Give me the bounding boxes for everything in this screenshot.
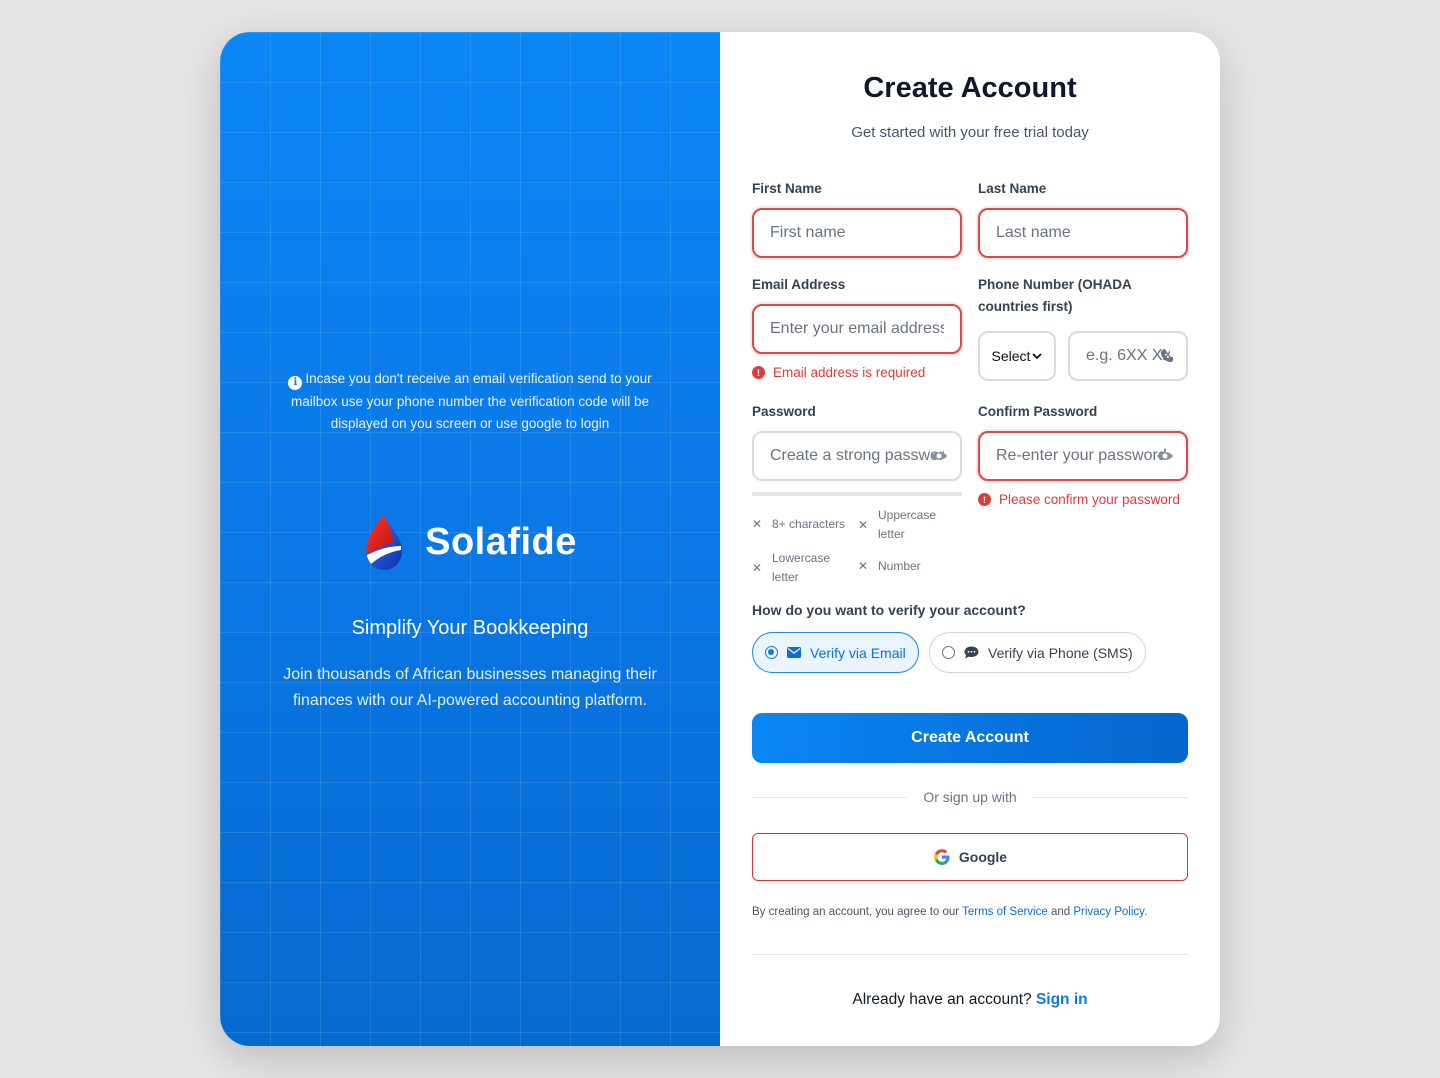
- terms-prefix: By creating an account, you agree to our: [752, 906, 963, 918]
- error-icon: !: [752, 366, 765, 379]
- tagline: Simplify Your Bookkeeping: [351, 617, 589, 639]
- password-strength-bar: [752, 492, 962, 496]
- google-signup-button[interactable]: Google: [752, 833, 1188, 881]
- last-name-field[interactable]: [978, 208, 1188, 258]
- verify-sms-label: Verify via Phone (SMS): [988, 644, 1133, 661]
- terms-and: and: [1047, 906, 1074, 918]
- email-error-text: Email address is required: [773, 365, 926, 380]
- x-mark-icon: ✕: [752, 560, 763, 575]
- envelope-icon: [787, 647, 801, 658]
- country-code-select[interactable]: Select: [978, 331, 1056, 381]
- sign-in-link[interactable]: Sign in: [1036, 991, 1088, 1008]
- phone-icon: [1160, 349, 1174, 363]
- confirm-password-label: Confirm Password: [978, 404, 1098, 419]
- terms-of-service-link[interactable]: Terms of Service: [962, 906, 1048, 918]
- confirm-password-field[interactable]: [978, 431, 1188, 481]
- chevron-down-icon: [1032, 353, 1043, 360]
- first-name-label: First Name: [752, 181, 822, 196]
- password-input[interactable]: [770, 447, 944, 465]
- x-mark-icon: ✕: [858, 559, 869, 573]
- password-label: Password: [752, 404, 816, 419]
- info-note-text: Incase you don't receive an email verifi…: [291, 371, 652, 431]
- country-select-value: Select: [991, 348, 1031, 364]
- brand-description: Join thousands of African businesses man…: [283, 666, 657, 709]
- verification-info-note: i Incase you don't receive an email verif…: [270, 368, 670, 436]
- sms-bubble-icon: [964, 646, 979, 659]
- solafide-logo-icon: [366, 514, 403, 570]
- verify-email-label: Verify via Email: [810, 644, 906, 661]
- signup-form-panel: Create Account Get started with your fre…: [720, 32, 1220, 1046]
- email-label: Email Address: [752, 277, 846, 292]
- first-name-input[interactable]: [770, 224, 944, 242]
- requirement-text: 8+ characters: [772, 517, 846, 531]
- signin-prompt: Already have an account? Sign in: [720, 991, 1220, 1009]
- divider-right: [1034, 797, 1188, 798]
- email-error: ! Email address is required: [752, 365, 925, 380]
- requirement-item: ✕ Lowercase letter: [752, 549, 852, 587]
- radio-selected-icon[interactable]: [765, 646, 778, 659]
- email-field[interactable]: [752, 304, 962, 354]
- brand-panel: i Incase you don't receive an email verif…: [220, 32, 720, 1046]
- confirm-password-input[interactable]: [996, 447, 1170, 465]
- confirm-password-error-text: Please confirm your password: [999, 492, 1180, 507]
- x-mark-icon: ✕: [858, 517, 869, 532]
- phone-field[interactable]: [1068, 331, 1188, 381]
- verify-method-label: How do you want to verify your account?: [752, 602, 1026, 618]
- phone-input[interactable]: [1086, 347, 1170, 365]
- password-field[interactable]: [752, 431, 962, 481]
- google-button-label: Google: [958, 849, 1008, 865]
- requirement-item: ✕ Number: [858, 557, 921, 576]
- verify-email-option[interactable]: Verify via Email: [752, 632, 919, 673]
- google-icon: [934, 849, 950, 865]
- error-icon: !: [978, 493, 991, 506]
- last-name-input[interactable]: [996, 224, 1170, 242]
- requirement-item: ✕ 8+ characters: [752, 515, 845, 534]
- terms-suffix: .: [1144, 906, 1148, 918]
- requirement-text: Uppercase letter: [878, 508, 937, 541]
- brand-name: Solafide: [425, 520, 577, 563]
- info-icon: i: [288, 376, 303, 391]
- email-input[interactable]: [770, 320, 944, 338]
- phone-label: Phone Number (OHADA countries first): [978, 277, 1132, 314]
- privacy-policy-link[interactable]: Privacy Policy: [1073, 906, 1144, 918]
- page-title: Create Account: [863, 72, 1077, 104]
- requirement-text: Lowercase letter: [772, 551, 831, 584]
- first-name-field[interactable]: [752, 208, 962, 258]
- signup-card: i Incase you don't receive an email verif…: [220, 32, 1220, 1046]
- requirement-text: Number: [878, 559, 921, 573]
- eye-icon[interactable]: [1156, 450, 1174, 462]
- page-subtitle: Get started with your free trial today: [851, 124, 1089, 141]
- create-account-button[interactable]: Create Account: [752, 713, 1188, 763]
- brand: Solafide: [220, 512, 720, 572]
- eye-icon[interactable]: [930, 450, 948, 462]
- last-name-label: Last Name: [978, 181, 1047, 196]
- terms-notice: By creating an account, you agree to our…: [752, 906, 1147, 918]
- bottom-divider: [752, 954, 1188, 955]
- confirm-password-error: ! Please confirm your password: [978, 492, 1180, 507]
- requirement-item: ✕ Uppercase letter: [858, 506, 958, 544]
- radio-unselected-icon[interactable]: [942, 646, 955, 659]
- verify-sms-option[interactable]: Verify via Phone (SMS): [929, 632, 1146, 673]
- x-mark-icon: ✕: [752, 517, 763, 531]
- signin-prompt-text: Already have an account?: [852, 991, 1036, 1008]
